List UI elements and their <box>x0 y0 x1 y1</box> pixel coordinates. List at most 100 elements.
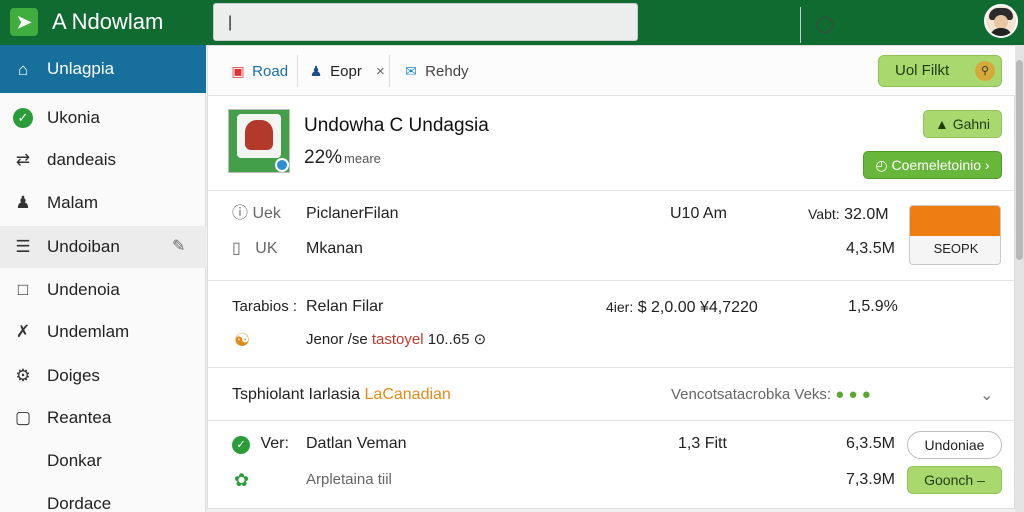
status-dots-icon: ● ● ● <box>835 386 871 403</box>
gear-icon: ⚙ <box>15 366 31 385</box>
tab-eopr[interactable]: ♟ Eopr × <box>306 58 385 84</box>
check-circle-icon: ✓ <box>13 108 33 128</box>
row-percent: 1,5.9% <box>848 298 898 315</box>
sidebar-item-dandeais[interactable]: ⇄ dandeais <box>0 139 206 181</box>
sidebar-item-label: Reantea <box>47 408 112 427</box>
row-subline-highlight: tastoyel <box>371 331 424 348</box>
sidebar-item-unlagpia[interactable]: ⌂ Unlagpia <box>0 45 206 93</box>
sidebar: ⌂ Unlagpia ✓ Ukonia ⇄ dandeais ♟ Malam ☰… <box>0 45 206 512</box>
sidebar-item-malam[interactable]: ♟ Malam <box>0 182 206 224</box>
mail-icon: ✉ <box>405 63 417 79</box>
section-right-label: Vencotsatacrobka Veks: <box>671 386 832 403</box>
link-icon: ✗ <box>15 322 31 341</box>
product-percent-suffix: meare <box>344 151 381 166</box>
sidebar-item-label: Unlagpia <box>47 59 115 78</box>
row-subvalue: 7,3.9M <box>846 471 895 488</box>
sidebar-item-ukonia[interactable]: ✓ Ukonia <box>0 97 206 139</box>
search-icon: ⚲ <box>975 61 995 81</box>
row-action-button[interactable]: Undoniae <box>907 431 1002 459</box>
row-prefix: ⓘ Uek <box>232 204 281 224</box>
app-logo-icon[interactable]: ➤ <box>10 8 38 36</box>
row-value: 6,3.5M <box>846 435 895 452</box>
close-icon[interactable]: × <box>376 63 385 80</box>
secondary-action-button[interactable]: ◴ Coemeletoinio › <box>863 151 1002 179</box>
row-name: PiclanerFilan <box>306 205 399 222</box>
home-icon: ⌂ <box>17 60 29 79</box>
row-subline-prefix: Jenor /se <box>306 331 368 348</box>
seo-card-swatch <box>910 206 1000 236</box>
seo-card-label: SEOPK <box>933 241 979 256</box>
sidebar-item-label: Malam <box>47 193 99 212</box>
list-item[interactable]: Tsphiolant Iarlasia LaCanadian Vencotsat… <box>208 369 1016 421</box>
row-prefix: Tarabios : <box>232 298 298 315</box>
search-icon[interactable]: ◯ <box>812 14 838 36</box>
bookmark-icon: □ <box>17 280 29 299</box>
row-prefix-text: Uek <box>252 205 281 222</box>
leaf-icon: ✿ <box>234 470 250 490</box>
leaf-icon: ▲ <box>934 116 949 132</box>
sidebar-item-undenoia[interactable]: □ Undenoia <box>0 269 206 311</box>
row-price-label: 4ier: <box>606 299 634 315</box>
primary-action-button[interactable]: ▲ Gahni <box>923 110 1002 138</box>
row-stat-value: 32.0M <box>844 206 889 223</box>
section-title-highlight: LaCanadian <box>364 386 451 403</box>
tab-label: Eopr <box>330 63 362 80</box>
row-price: 4ier: $ 2,0.00 ¥4,7220 <box>606 297 758 318</box>
scrollbar-thumb[interactable] <box>1016 60 1023 260</box>
tab-rehdy[interactable]: ✉ Rehdy <box>401 58 469 84</box>
secondary-action-label: Coemeletoinio <box>891 157 982 173</box>
product-percent: 22% meare <box>304 147 381 170</box>
sidebar-item-undemlam[interactable]: ✗ Undemlam <box>0 311 206 353</box>
row-prefix-2: ▯ UK <box>232 239 278 259</box>
sidebar-item-label: Doiges <box>47 366 100 385</box>
avatar[interactable] <box>984 4 1018 38</box>
product-title: Undowha C Undagsia <box>304 115 489 136</box>
sidebar-item-undoiban[interactable]: ☰ Undoiban ✎ <box>0 226 206 268</box>
sidebar-item-reantea[interactable]: ▢ Reantea <box>0 397 206 439</box>
tab-divider <box>297 55 298 87</box>
row-prefix: ✓ Ver: <box>232 434 289 454</box>
sidebar-item-label: Undemlam <box>47 322 130 341</box>
list-item[interactable]: Tarabios : Relan Filar 4ier: $ 2,0.00 ¥4… <box>208 282 1016 368</box>
sidebar-item-label: dandeais <box>47 150 117 169</box>
user-icon: ♟ <box>15 193 31 212</box>
chevron-right-icon: › <box>984 157 990 173</box>
info-icon[interactable]: ⊙ <box>474 331 487 348</box>
document-icon: ▯ <box>232 240 241 257</box>
main-panel: ▣ Road ♟ Eopr × ✉ Rehdy Uol Filkt ⚲ Undo… <box>207 45 1016 510</box>
avatar-body <box>990 28 1012 36</box>
tab-bar: ▣ Road ♟ Eopr × ✉ Rehdy Uol Filkt ⚲ <box>208 46 1016 96</box>
sidebar-item-label: Ukonia <box>47 108 100 127</box>
dash-icon: – <box>977 472 985 488</box>
row-subline: Jenor /se tastoyel 10..65 ⊙ <box>306 330 486 350</box>
filter-label: Uol Filkt <box>895 62 950 79</box>
verified-badge-icon <box>275 158 289 172</box>
sidebar-item-doiges[interactable]: ⚙ Doiges <box>0 355 206 397</box>
sidebar-item-donkar[interactable]: Donkar <box>0 440 206 482</box>
search-input[interactable] <box>228 11 588 35</box>
pencil-icon[interactable]: ✎ <box>172 236 192 256</box>
row-name: Relan Filar <box>306 298 384 315</box>
row-secondary-button[interactable]: Goonch – <box>907 466 1002 494</box>
list-item[interactable]: ✓ Ver: Datlan Veman 1,3 Fitt 6,3.5M Undo… <box>208 422 1016 510</box>
row-price-value: $ 2,0.00 ¥4,7220 <box>637 299 758 316</box>
row-value-2: 4,3.5M <box>846 240 895 257</box>
chevron-down-icon[interactable]: ⌄ <box>980 385 993 405</box>
sidebar-item-dordace[interactable]: Dordace <box>0 483 206 512</box>
filter-button[interactable]: Uol Filkt ⚲ <box>878 55 1002 87</box>
primary-action-label: Gahni <box>952 116 991 132</box>
sidebar-item-label: Donkar <box>47 451 102 470</box>
product-header: Undowha C Undagsia 22% meare ▲ Gahni ◴ Co… <box>208 97 1016 191</box>
list-item[interactable]: ⓘ Uek PiclanerFilan U10 Am Vabt: 32.0M ▯… <box>208 192 1016 281</box>
tab-label: Rehdy <box>425 63 469 80</box>
app-title: A Ndowlam <box>52 9 164 34</box>
row-mid: 1,3 Fitt <box>678 435 727 452</box>
folder-icon: ▢ <box>14 408 32 427</box>
seo-card[interactable]: SEOPK <box>909 205 1001 265</box>
search-bar: ◯ <box>213 3 834 43</box>
tab-road[interactable]: ▣ Road <box>228 58 288 84</box>
tab-label: Road <box>252 63 289 80</box>
product-percent-value: 22% <box>304 147 343 168</box>
search-divider <box>800 7 801 43</box>
check-circle-icon: ✓ <box>232 436 250 454</box>
